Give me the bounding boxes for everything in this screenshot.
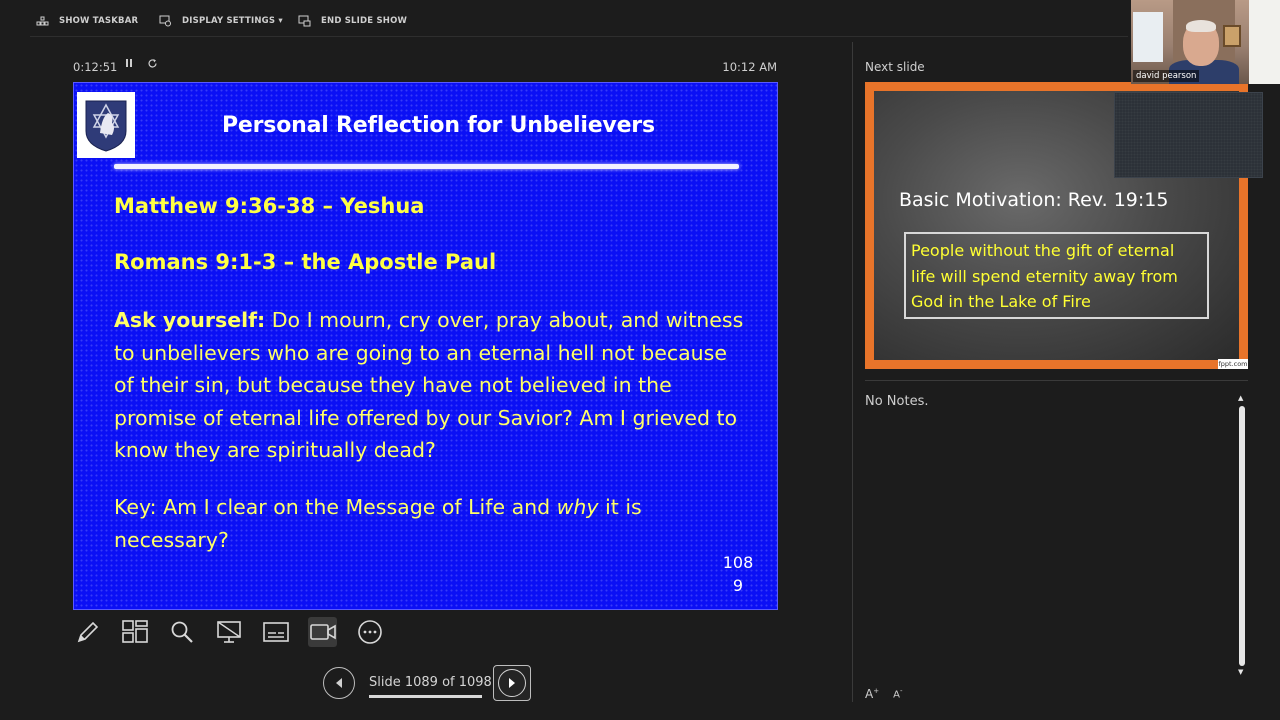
slide-title: Personal Reflection for Unbelievers	[222, 113, 655, 138]
panel-divider[interactable]	[852, 42, 853, 702]
participant-hair	[1186, 20, 1216, 32]
slide-counter-underline	[369, 695, 482, 698]
camera-icon[interactable]	[308, 617, 337, 647]
page-number-line-1: 108	[722, 553, 754, 572]
key-paragraph: Key: Am I clear on the Message of Life a…	[114, 491, 744, 557]
pause-timer-icon[interactable]	[125, 58, 133, 71]
notes-font-controls: A+ A-	[865, 687, 902, 701]
next-slide-label: Next slide	[865, 60, 925, 74]
scroll-down-icon[interactable]: ▼	[1238, 668, 1243, 676]
next-slide-watermark: fppt.com	[1218, 359, 1248, 369]
key-text-emphasis: why	[556, 495, 599, 519]
next-slide-title: Basic Motivation: Rev. 19:15	[899, 189, 1169, 211]
see-all-slides-icon[interactable]	[120, 617, 149, 647]
key-text-prefix: Key: Am I clear on the Message of Life a…	[114, 495, 557, 519]
previous-slide-button[interactable]	[323, 667, 355, 699]
current-time: 10:12 AM	[722, 60, 777, 74]
decrease-font-icon[interactable]: A-	[893, 687, 902, 701]
current-slide[interactable]: Personal Reflection for Unbelievers Matt…	[73, 82, 778, 610]
restart-timer-icon[interactable]	[147, 58, 158, 72]
next-slide-body: People without the gift of eternal life …	[904, 232, 1209, 319]
zoom-icon[interactable]	[167, 617, 196, 647]
display-settings-label: DISPLAY SETTINGS ▾	[182, 16, 283, 26]
title-underline	[114, 164, 739, 169]
end-show-icon	[297, 15, 311, 27]
end-slide-show-button[interactable]: END SLIDE SHOW	[297, 13, 407, 29]
notes-scrollbar[interactable]: ▲ ▼	[1237, 392, 1247, 679]
next-slide-button[interactable]	[493, 665, 531, 701]
slide-counter[interactable]: Slide 1089 of 1098	[369, 675, 492, 690]
increase-font-icon[interactable]: A+	[865, 687, 879, 701]
video-background-picture	[1223, 25, 1241, 47]
ask-yourself-paragraph: Ask yourself: Do I mourn, cry over, pray…	[114, 304, 744, 467]
slide-page-number: 108 9	[714, 551, 762, 597]
video-overlay-placeholder	[1114, 92, 1263, 178]
more-options-icon[interactable]	[355, 617, 384, 647]
show-taskbar-button[interactable]: SHOW TASKBAR	[35, 13, 138, 29]
presenter-tools	[73, 617, 384, 647]
end-slide-show-label: END SLIDE SHOW	[321, 16, 408, 26]
show-taskbar-label: SHOW TASKBAR	[59, 16, 139, 26]
taskbar-icon	[35, 15, 49, 27]
pen-icon[interactable]	[73, 617, 102, 647]
scroll-up-icon[interactable]: ▲	[1238, 394, 1243, 402]
scripture-reference-2: Romans 9:1-3 – the Apostle Paul	[114, 250, 497, 274]
video-background-window	[1133, 12, 1163, 62]
display-settings-button[interactable]: DISPLAY SETTINGS ▾	[158, 13, 283, 29]
participant-name: david pearson	[1133, 70, 1200, 82]
subtitles-icon[interactable]	[261, 617, 290, 647]
scripture-reference-1: Matthew 9:36-38 – Yeshua	[114, 194, 425, 218]
participant-video[interactable]: david pearson	[1131, 0, 1280, 84]
ask-yourself-label: Ask yourself:	[114, 308, 266, 332]
scrollbar-thumb[interactable]	[1239, 406, 1245, 666]
video-background-door	[1249, 0, 1280, 84]
page-number-line-2: 9	[732, 576, 744, 595]
speaker-notes[interactable]: No Notes.	[865, 394, 929, 409]
presenter-toolbar: SHOW TASKBAR DISPLAY SETTINGS ▾ END SLID…	[0, 0, 1280, 42]
notes-divider	[865, 380, 1248, 381]
elapsed-timer: 0:12:51	[73, 60, 118, 74]
display-settings-icon	[158, 15, 172, 27]
toolbar-divider	[30, 36, 1128, 37]
chevron-left-icon	[336, 678, 342, 688]
ministry-logo	[77, 92, 135, 158]
black-screen-icon[interactable]	[214, 617, 243, 647]
chevron-right-icon	[498, 669, 526, 697]
